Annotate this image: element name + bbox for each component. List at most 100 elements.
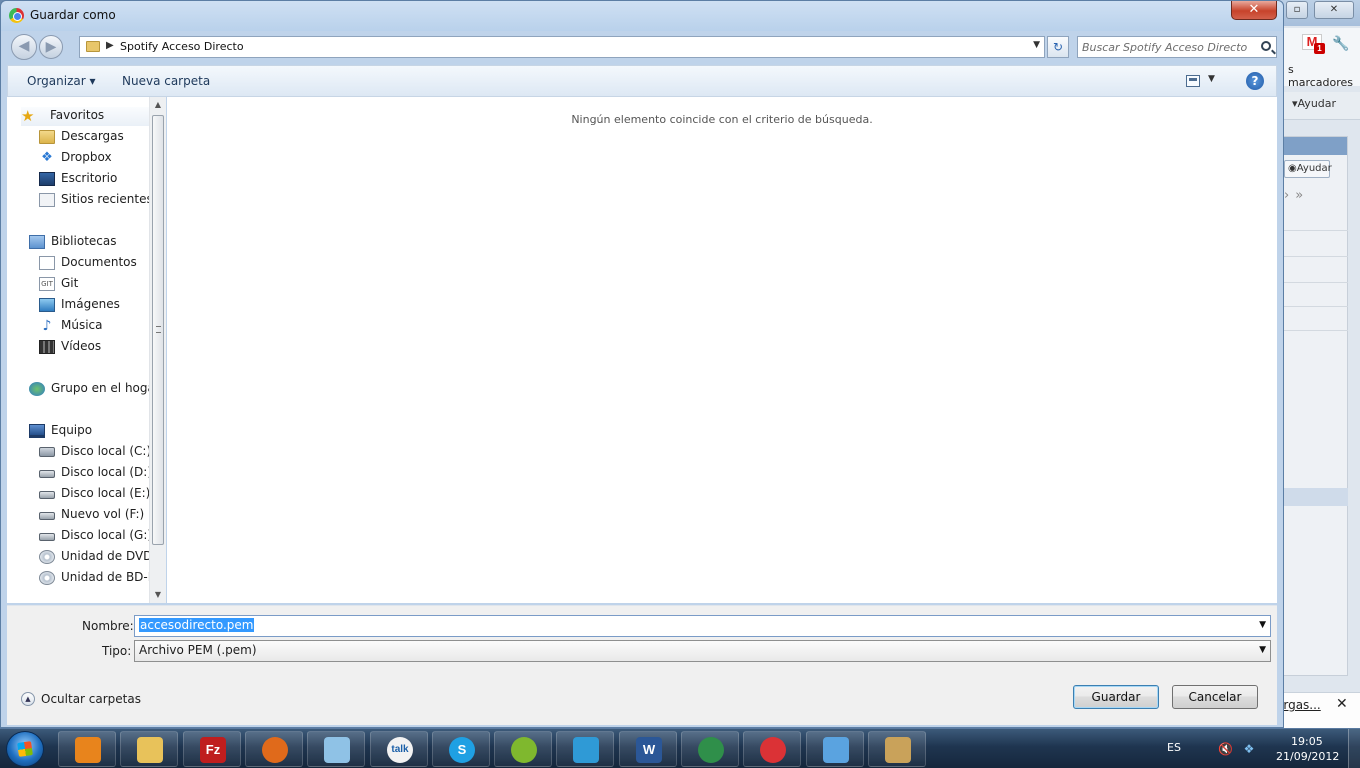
background-close-button[interactable]: ✕ [1314, 1, 1354, 19]
close-button[interactable]: ✕ [1231, 1, 1277, 20]
nav-item-images[interactable]: Imágenes [39, 296, 159, 315]
background-downloads-close[interactable]: ✕ [1336, 696, 1348, 712]
nav-item-music[interactable]: ♪ Música [39, 317, 159, 336]
images-icon [39, 298, 55, 312]
taskbar-notepad-button[interactable] [307, 731, 365, 767]
organize-button[interactable]: Organizar ▾ [27, 74, 96, 88]
spotify-icon [511, 737, 537, 763]
firefox-icon [262, 737, 288, 763]
libraries-icon [29, 235, 45, 249]
language-indicator[interactable]: ES [1167, 741, 1181, 754]
skype-icon: S [449, 737, 475, 763]
wrench-icon[interactable]: 🔧 [1332, 36, 1349, 52]
taskbar-filezilla-button[interactable]: Fz [183, 731, 241, 767]
bookmarks-label[interactable]: s marcadores [1288, 63, 1360, 89]
command-bar: Organizar ▾ Nueva carpeta ▼ ? [7, 65, 1277, 97]
views-icon[interactable] [1186, 75, 1200, 87]
background-help-menu[interactable]: ▾Ayudar [1292, 97, 1336, 110]
taskbar-firefox-button[interactable] [245, 731, 303, 767]
nav-item-videos[interactable]: Vídeos [39, 338, 159, 357]
cancel-button[interactable]: Cancelar [1172, 685, 1258, 709]
filezilla-icon: Fz [200, 737, 226, 763]
system-drive-icon [39, 447, 55, 457]
breadcrumb-separator[interactable]: ▶ [106, 40, 114, 51]
taskbar-file-explorer-button[interactable] [120, 731, 178, 767]
address-dropdown-icon[interactable]: ▼ [1033, 40, 1040, 50]
scroll-down-arrow[interactable]: ▼ [150, 587, 166, 603]
views-dropdown-icon[interactable]: ▼ [1208, 74, 1215, 84]
type-dropdown-icon[interactable]: ▼ [1259, 645, 1266, 655]
nav-item-documents[interactable]: Documentos [39, 254, 159, 273]
taskbar-messenger-button[interactable] [806, 731, 864, 767]
taskbar-paint-button[interactable] [868, 731, 926, 767]
show-desktop-button[interactable] [1348, 729, 1360, 768]
filename-label: Nombre: [82, 619, 134, 633]
google-talk-icon: talk [387, 737, 413, 763]
clock-date[interactable]: 21/09/2012 [1276, 750, 1339, 763]
nav-item-drive-e[interactable]: Disco local (E:) [39, 485, 159, 504]
background-help-button[interactable]: ◉Ayudar [1284, 160, 1332, 178]
nav-item-drive-g[interactable]: Disco local (G:) [39, 527, 159, 546]
dialog-titlebar[interactable]: Guardar como ✕ [1, 1, 1283, 31]
taskbar-google-talk-button[interactable]: talk [370, 731, 428, 767]
filename-field[interactable]: accesodirecto.pem ▼ [134, 615, 1271, 637]
volume-muted-icon[interactable]: 🔇 [1218, 742, 1233, 756]
nav-homegroup[interactable]: Grupo en el hogar [29, 380, 159, 399]
hide-folders-label[interactable]: Ocultar carpetas [41, 692, 141, 706]
nav-item-downloads[interactable]: Descargas [39, 128, 159, 147]
nav-item-drive-f[interactable]: Nuevo vol (F:) [39, 506, 159, 525]
nav-item-recent[interactable]: Sitios recientes [39, 191, 159, 210]
background-divider [1282, 282, 1348, 283]
type-select[interactable]: Archivo PEM (.pem) ▼ [134, 640, 1271, 662]
background-pager-arrows[interactable]: ›» [1284, 188, 1309, 203]
back-button[interactable]: ◀ [11, 34, 37, 60]
nav-computer[interactable]: Equipo [29, 422, 155, 441]
save-button[interactable]: Guardar [1073, 685, 1159, 709]
taskbar-word-button[interactable]: W [619, 731, 677, 767]
nav-item-drive-d[interactable]: Disco local (D:) [39, 464, 159, 483]
filename-dropdown-icon[interactable]: ▼ [1259, 620, 1266, 630]
refresh-button[interactable]: ↻ [1047, 36, 1069, 58]
address-bar[interactable]: ▶ Spotify Acceso Directo ▼ [79, 36, 1045, 58]
taskbar-skype-button[interactable]: S [432, 731, 490, 767]
notepad-icon [324, 737, 350, 763]
filename-input[interactable]: accesodirecto.pem [139, 618, 255, 632]
taskbar-chrome-button[interactable] [743, 731, 801, 767]
dvd-drive-icon [39, 550, 55, 564]
gmail-icon[interactable]: M1 [1302, 34, 1325, 54]
dropbox-tray-icon[interactable]: ❖ [1242, 742, 1256, 756]
clock-time[interactable]: 19:05 [1291, 735, 1323, 748]
background-restore-button[interactable]: ▫ [1286, 1, 1308, 19]
nav-scrollbar[interactable]: ▲ ▼ [149, 97, 166, 603]
word-icon: W [636, 737, 662, 763]
taskbar-spotify-button[interactable] [494, 731, 552, 767]
taskbar-media-player-button[interactable] [58, 731, 116, 767]
taskbar-twitter-button[interactable] [556, 731, 614, 767]
search-icon[interactable] [1261, 41, 1271, 51]
star-icon: ★ [21, 107, 35, 125]
nav-item-desktop[interactable]: Escritorio [39, 170, 159, 189]
search-input[interactable] [1082, 39, 1252, 55]
file-list[interactable]: Ningún elemento coincide con el criterio… [167, 97, 1277, 603]
help-icon[interactable]: ? [1246, 72, 1264, 90]
chevron-up-icon[interactable]: ▲ [21, 692, 35, 706]
nav-libraries[interactable]: Bibliotecas [29, 233, 155, 252]
type-value[interactable]: Archivo PEM (.pem) [139, 643, 257, 657]
twitter-icon [573, 737, 599, 763]
start-button[interactable] [6, 731, 44, 767]
nav-favorites[interactable]: ★ Favoritos [21, 107, 155, 126]
taskbar-globe-button[interactable] [681, 731, 739, 767]
scroll-up-arrow[interactable]: ▲ [150, 97, 166, 113]
nav-item-dvd[interactable]: Unidad de DVD R [39, 548, 159, 567]
new-folder-button[interactable]: Nueva carpeta [122, 74, 210, 88]
forward-button[interactable]: ▶ [39, 35, 63, 59]
nav-item-git[interactable]: GIT Git [39, 275, 159, 294]
search-box[interactable] [1077, 36, 1277, 58]
globe-icon [698, 737, 724, 763]
nav-item-dropbox[interactable]: ❖ Dropbox [39, 149, 159, 168]
nav-item-bd[interactable]: Unidad de BD-RC [39, 569, 159, 588]
nav-item-drive-c[interactable]: Disco local (C:) [39, 443, 159, 462]
breadcrumb-current[interactable]: Spotify Acceso Directo [120, 40, 244, 53]
background-panel [1282, 136, 1348, 676]
scroll-thumb[interactable] [152, 115, 164, 545]
